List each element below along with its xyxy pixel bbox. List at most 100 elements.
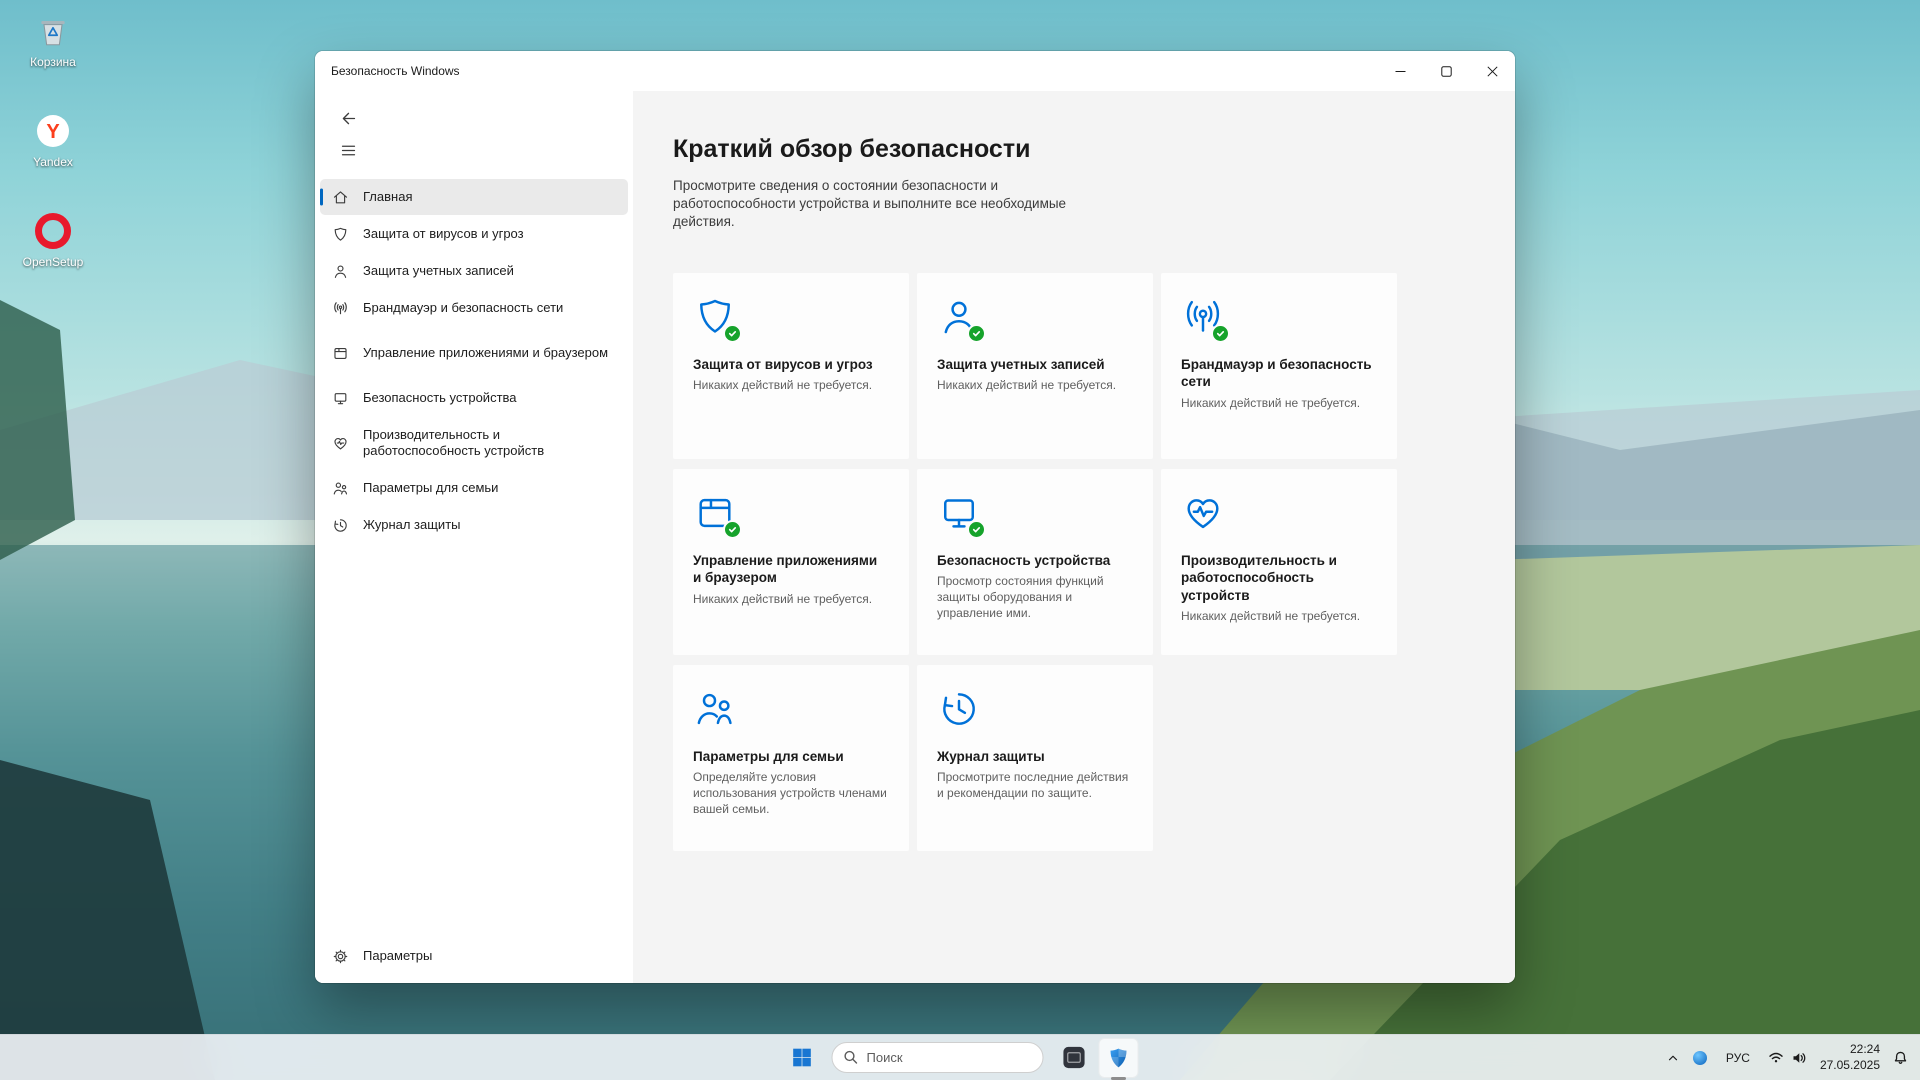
- health-icon: [332, 435, 349, 452]
- desktop-icon-label: Корзина: [30, 55, 76, 69]
- card-subtitle: Определяйте условия использования устрой…: [693, 770, 889, 817]
- card-title: Журнал защиты: [937, 748, 1133, 766]
- card-title: Безопасность устройства: [937, 552, 1133, 570]
- notification-center-button[interactable]: [1887, 1038, 1914, 1078]
- sidebar-item-family-options[interactable]: Параметры для семьи: [320, 470, 628, 506]
- start-button[interactable]: [782, 1038, 822, 1078]
- hidden-icons-button[interactable]: [1660, 1038, 1686, 1078]
- opera-setup-icon: [34, 212, 72, 250]
- status-ok-badge: [1211, 324, 1230, 343]
- wifi-icon: [1768, 1050, 1784, 1066]
- card-subtitle: Просмотр состояния функций защиты оборуд…: [937, 574, 1133, 621]
- status-ok-badge: [723, 520, 742, 539]
- card-device-security[interactable]: Безопасность устройства Просмотр состоян…: [917, 469, 1153, 655]
- desktop-icon-label: OpenSetup: [23, 255, 84, 269]
- status-ok-badge: [967, 520, 986, 539]
- sidebar-item-label: Параметры: [363, 948, 432, 964]
- menu-button[interactable]: [331, 135, 365, 165]
- sidebar-item-app-browser-control[interactable]: Управление приложениями и браузером: [320, 327, 628, 379]
- card-title: Управление приложениями и браузером: [693, 552, 889, 587]
- back-button[interactable]: [331, 103, 365, 133]
- windows-logo-icon: [790, 1046, 813, 1069]
- sidebar-item-device-security[interactable]: Безопасность устройства: [320, 380, 628, 416]
- window-titlebar: Безопасность Windows: [315, 51, 1515, 91]
- main-content: Краткий обзор безопасности Просмотрите с…: [633, 91, 1515, 983]
- sidebar-item-label: Защита от вирусов и угроз: [363, 226, 524, 242]
- window-title: Безопасность Windows: [331, 64, 1377, 78]
- tray-app-button[interactable]: [1686, 1038, 1714, 1078]
- card-virus-protection[interactable]: Защита от вирусов и угроз Никаких действ…: [673, 273, 909, 459]
- sidebar-item-protection-history[interactable]: Журнал защиты: [320, 507, 628, 543]
- taskbar-center-group: [782, 1035, 1139, 1080]
- family-icon: [332, 480, 349, 497]
- hamburger-icon: [340, 142, 357, 159]
- page-title: Краткий обзор безопасности: [673, 135, 1515, 164]
- card-protection-history[interactable]: Журнал защиты Просмотрите последние дейс…: [917, 665, 1153, 851]
- language-label: РУС: [1720, 1051, 1756, 1065]
- card-title: Производительность и работоспособность у…: [1181, 552, 1377, 605]
- sidebar-nav: Главная Защита от вирусов и угроз Защита…: [315, 179, 633, 543]
- sidebar-item-label: Параметры для семьи: [363, 480, 498, 496]
- sidebar-item-label: Управление приложениями и браузером: [363, 345, 608, 361]
- desktop-icon-recycle-bin[interactable]: Корзина: [10, 12, 96, 104]
- desktop-icon-yandex[interactable]: Y Yandex: [10, 112, 96, 204]
- card-subtitle: Просмотрите последние действия и рекомен…: [937, 770, 1133, 802]
- card-app-browser-control[interactable]: Управление приложениями и браузером Ника…: [673, 469, 909, 655]
- shield-icon: [332, 226, 349, 243]
- card-subtitle: Никаких действий не требуется.: [693, 592, 889, 608]
- taskbar-windows-security-button[interactable]: [1099, 1038, 1139, 1078]
- sidebar-item-settings[interactable]: Параметры: [320, 938, 628, 974]
- close-icon: [1487, 66, 1498, 77]
- person-icon: [332, 263, 349, 280]
- sidebar-item-label: Безопасность устройства: [363, 390, 517, 406]
- maximize-button[interactable]: [1423, 51, 1469, 91]
- minimize-button[interactable]: [1377, 51, 1423, 91]
- card-subtitle: Никаких действий не требуется.: [1181, 396, 1377, 412]
- card-account-protection[interactable]: Защита учетных записей Никаких действий …: [917, 273, 1153, 459]
- taskbar-app-button[interactable]: [1054, 1038, 1094, 1078]
- sidebar-item-label: Главная: [363, 189, 412, 205]
- sidebar-item-label: Производительность и работоспособность у…: [363, 427, 616, 458]
- maximize-icon: [1441, 66, 1452, 77]
- sidebar-item-account-protection[interactable]: Защита учетных записей: [320, 253, 628, 289]
- recycle-bin-icon: [34, 12, 72, 50]
- tray-time: 22:24: [1820, 1042, 1880, 1058]
- security-shield-icon: [1107, 1046, 1131, 1070]
- card-title: Защита учетных записей: [937, 356, 1133, 374]
- card-subtitle: Никаких действий не требуется.: [693, 378, 889, 394]
- gear-icon: [332, 948, 349, 965]
- sidebar-item-device-health[interactable]: Производительность и работоспособность у…: [320, 417, 628, 469]
- history-icon: [332, 517, 349, 534]
- clock[interactable]: 22:24 27.05.2025: [1813, 1042, 1887, 1073]
- card-title: Параметры для семьи: [693, 748, 889, 766]
- network-volume-button[interactable]: [1762, 1038, 1813, 1078]
- sidebar-item-virus-protection[interactable]: Защита от вирусов и угроз: [320, 216, 628, 252]
- taskbar-search[interactable]: [832, 1042, 1044, 1073]
- sidebar-item-home[interactable]: Главная: [320, 179, 628, 215]
- apps-icon: [332, 345, 349, 362]
- window-caption-buttons: [1377, 51, 1515, 91]
- windows-security-window: Безопасность Windows: [315, 51, 1515, 983]
- family-icon: [693, 687, 737, 731]
- sidebar-item-firewall[interactable]: Брандмауэр и безопасность сети: [320, 290, 628, 326]
- card-firewall[interactable]: Брандмауэр и безопасность сети Никаких д…: [1161, 273, 1397, 459]
- system-tray: РУС 22:24 27.05.2025: [1660, 1035, 1914, 1080]
- card-title: Защита от вирусов и угроз: [693, 356, 889, 374]
- security-cards-grid: Защита от вирусов и угроз Никаких действ…: [673, 273, 1515, 851]
- card-device-health[interactable]: Производительность и работоспособность у…: [1161, 469, 1397, 655]
- desktop-icon-opensetup[interactable]: OpenSetup: [10, 212, 96, 304]
- sidebar: Главная Защита от вирусов и угроз Защита…: [315, 91, 633, 983]
- language-indicator[interactable]: РУС: [1714, 1038, 1762, 1078]
- tray-app-icon: [1692, 1050, 1708, 1066]
- sidebar-bottom: Параметры: [315, 937, 633, 975]
- page-description: Просмотрите сведения о состоянии безопас…: [673, 177, 1073, 232]
- card-subtitle: Никаких действий не требуется.: [1181, 609, 1377, 625]
- search-input[interactable]: [832, 1042, 1044, 1073]
- dark-app-icon: [1061, 1045, 1086, 1070]
- desktop-icon-label: Yandex: [33, 155, 73, 169]
- back-arrow-icon: [340, 110, 357, 127]
- card-family-options[interactable]: Параметры для семьи Определяйте условия …: [673, 665, 909, 851]
- health-icon: [1181, 491, 1225, 535]
- desktop-icon-list: Корзина Y Yandex OpenSetup: [10, 12, 96, 312]
- close-button[interactable]: [1469, 51, 1515, 91]
